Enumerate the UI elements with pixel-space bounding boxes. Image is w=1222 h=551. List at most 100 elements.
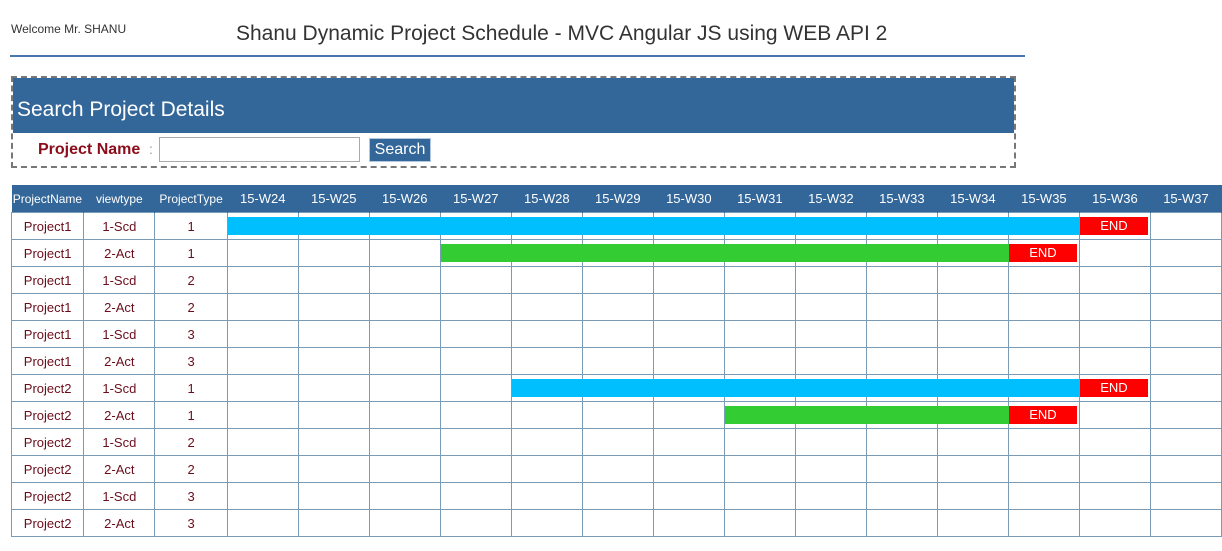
week-cell — [865, 428, 938, 456]
week-cell — [368, 401, 441, 429]
column-header-projectname: ProjectName — [11, 185, 85, 213]
week-cell — [226, 509, 299, 537]
week-cell — [794, 482, 867, 510]
actual-bar-segment — [652, 244, 725, 262]
project-type-cell: 1 — [154, 374, 228, 402]
scheduled-bar-segment — [936, 379, 1009, 397]
label-colon: : — [149, 141, 153, 157]
week-cell — [581, 239, 654, 267]
search-panel-header: Search Project Details — [13, 78, 1014, 133]
scheduled-bar-segment — [1007, 379, 1080, 397]
table-row: Project2 2-Act 1 END — [11, 401, 1222, 429]
project-type-cell: 3 — [154, 347, 228, 375]
week-cell — [226, 401, 299, 429]
table-row: Project2 2-Act 3 — [11, 509, 1222, 537]
week-cell — [439, 239, 512, 267]
week-cell — [510, 509, 583, 537]
table-body: Project1 1-Scd 1 END Project1 2-Act 1 END Projec… — [11, 212, 1222, 537]
week-cell — [581, 374, 654, 402]
week-cell — [1007, 320, 1080, 348]
week-cell — [297, 374, 370, 402]
table-row: Project1 2-Act 2 — [11, 293, 1222, 321]
week-cell — [723, 320, 796, 348]
week-cell — [794, 428, 867, 456]
week-cell — [652, 482, 725, 510]
scheduled-bar-segment — [794, 217, 867, 235]
week-cell — [1078, 320, 1151, 348]
week-cell — [510, 320, 583, 348]
week-header: 15-W26 — [369, 185, 441, 213]
week-cell — [1149, 509, 1222, 537]
project-name-label: Project Name — [38, 141, 141, 158]
week-cell — [226, 293, 299, 321]
week-cell — [1007, 293, 1080, 321]
project-name-cell: Project2 — [11, 509, 85, 537]
table-row: Project1 2-Act 1 END — [11, 239, 1222, 267]
week-cell — [865, 455, 938, 483]
project-name-cell: Project1 — [11, 239, 85, 267]
viewtype-cell: 2-Act — [83, 455, 156, 483]
week-cell — [794, 347, 867, 375]
table-header-row: ProjectName viewtype ProjectType 15-W24 15-W… — [11, 185, 1222, 213]
actual-bar-segment — [865, 244, 938, 262]
week-cell — [1078, 428, 1151, 456]
project-name-cell: Project1 — [11, 266, 85, 294]
week-cell — [439, 347, 512, 375]
week-cell — [581, 401, 654, 429]
column-header-viewtype: viewtype — [83, 185, 156, 213]
week-header: 15-W28 — [511, 185, 583, 213]
column-header-projecttype: ProjectType — [154, 185, 228, 213]
viewtype-cell: 1-Scd — [83, 266, 156, 294]
week-header: 15-W24 — [227, 185, 299, 213]
title-divider — [10, 55, 1025, 57]
week-cell — [439, 293, 512, 321]
week-header: 15-W34 — [937, 185, 1009, 213]
week-cell — [1149, 401, 1222, 429]
week-cell — [794, 239, 867, 267]
week-cell — [1149, 347, 1222, 375]
week-cell — [368, 509, 441, 537]
viewtype-cell: 1-Scd — [83, 428, 156, 456]
week-cell — [652, 509, 725, 537]
search-button[interactable]: Search — [369, 138, 431, 162]
project-name-cell: Project1 — [11, 320, 85, 348]
week-cell — [723, 266, 796, 294]
actual-bar-segment — [794, 244, 867, 262]
week-cell — [1149, 455, 1222, 483]
project-type-cell: 2 — [154, 428, 228, 456]
week-cell — [1149, 428, 1222, 456]
week-cell — [226, 347, 299, 375]
project-type-cell: 1 — [154, 239, 228, 267]
project-name-cell: Project1 — [11, 293, 85, 321]
week-cell — [1078, 266, 1151, 294]
week-cell — [297, 482, 370, 510]
week-cell — [439, 455, 512, 483]
week-cell — [723, 428, 796, 456]
week-cell — [297, 401, 370, 429]
schedule-grid: ProjectName viewtype ProjectType 15-W24 15-W… — [11, 185, 1222, 537]
actual-bar-segment — [936, 406, 1009, 424]
table-row: Project1 1-Scd 1 END — [11, 212, 1222, 240]
week-cell: END — [1078, 374, 1151, 402]
week-cell — [439, 428, 512, 456]
week-cell — [439, 401, 512, 429]
week-cell — [723, 212, 796, 240]
week-cell — [368, 266, 441, 294]
project-name-cell: Project2 — [11, 428, 85, 456]
week-cell — [723, 293, 796, 321]
week-cell — [865, 239, 938, 267]
week-cell — [368, 455, 441, 483]
week-cell — [581, 212, 654, 240]
page-title: Shanu Dynamic Project Schedule - MVC Ang… — [236, 22, 888, 45]
project-name-input[interactable] — [159, 137, 360, 162]
week-cell — [1149, 212, 1222, 240]
table-row: Project2 1-Scd 2 — [11, 428, 1222, 456]
actual-bar-segment — [936, 244, 1009, 262]
week-cell — [1078, 347, 1151, 375]
scheduled-bar-segment — [511, 379, 583, 397]
week-cell — [510, 266, 583, 294]
week-cell — [368, 482, 441, 510]
week-cell — [794, 401, 867, 429]
week-cell — [368, 374, 441, 402]
week-header: 15-W29 — [582, 185, 654, 213]
